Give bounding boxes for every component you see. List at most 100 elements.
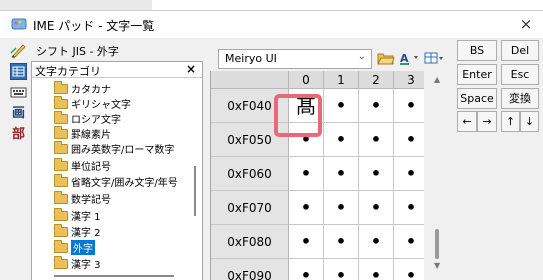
- tree-item-kanji-3[interactable]: 漢字 3: [54, 255, 101, 271]
- folder-icon: [54, 80, 68, 94]
- ime-pad-window: IME パッド - 文字一覧 × 画 部 シフト JIS - 外字 文字カテゴリ…: [0, 10, 543, 280]
- tree-item-katakana[interactable]: カタカナ: [54, 80, 111, 96]
- tree-item-label: 漢字 3: [71, 260, 101, 271]
- category-tree-title: 文字カテゴリ: [35, 65, 101, 78]
- view-mode-button[interactable]: [424, 51, 446, 67]
- tree-item-label: ギリシャ文字: [71, 100, 131, 111]
- row-code-label: 0xF070: [211, 191, 289, 225]
- tree-horizontal-scrollbar[interactable]: [54, 275, 174, 277]
- window-title: IME パッド - 文字一覧: [33, 19, 155, 33]
- selected-char-highlight: [274, 94, 322, 137]
- handwriting-icon[interactable]: [10, 42, 27, 59]
- grid-view-icon: [424, 52, 443, 64]
- folder-icon: [54, 207, 68, 221]
- tree-item-label: 漢字 2: [71, 228, 101, 239]
- tree-item-abbreviations[interactable]: 省略文字/囲み文字/年号: [54, 173, 178, 189]
- tree-item-box-drawing[interactable]: 罫線素片: [54, 125, 111, 141]
- tree-item-label: ロシア文字: [71, 115, 121, 126]
- char-cell[interactable]: •: [324, 157, 359, 191]
- tree-item-russian[interactable]: ロシア文字: [54, 110, 121, 126]
- grid-corner: [211, 71, 289, 89]
- char-cell[interactable]: •: [324, 225, 359, 259]
- folder-view-button[interactable]: [376, 51, 396, 67]
- folder-icon: [54, 140, 68, 154]
- font-style-button[interactable]: A: [397, 51, 423, 67]
- del-button[interactable]: Del: [501, 40, 539, 61]
- font-color-icon: A: [400, 52, 418, 65]
- background-tab: [0, 0, 152, 10]
- scroll-thumb[interactable]: [435, 229, 439, 259]
- folder-icon: [54, 125, 68, 139]
- tree-item-math[interactable]: 数学記号: [54, 190, 111, 206]
- open-folder-icon: [377, 53, 395, 65]
- tree-item-gaiji[interactable]: 外字: [54, 239, 95, 255]
- char-cell[interactable]: •: [289, 259, 324, 280]
- char-cell[interactable]: •: [324, 259, 359, 280]
- enter-button[interactable]: Enter: [457, 64, 497, 85]
- category-tree: 文字カテゴリ × カタカナ ギリシャ文字 ロシア文字 罫線素片 囲み英数字/ロー…: [31, 61, 203, 280]
- tree-item-label: 囲み英数字/ローマ数字: [71, 145, 175, 156]
- tree-item-kanji-2[interactable]: 漢字 2: [54, 223, 101, 239]
- soft-keyboard-icon[interactable]: [10, 84, 27, 101]
- radical-icon[interactable]: 部: [10, 126, 27, 143]
- scroll-down-icon[interactable]: ▼: [434, 261, 440, 270]
- column-header: 1: [324, 71, 359, 89]
- category-tree-header: 文字カテゴリ ×: [32, 62, 202, 78]
- arrow-left-button[interactable]: ←: [457, 111, 477, 132]
- tree-scrollbar[interactable]: [194, 166, 196, 216]
- tree-item-label: 外字: [71, 240, 95, 255]
- char-cell[interactable]: •: [324, 191, 359, 225]
- font-select[interactable]: Meiryo UI ⌄: [218, 49, 372, 69]
- column-header: 2: [359, 71, 394, 89]
- char-cell[interactable]: •: [359, 259, 394, 280]
- folder-icon: [54, 157, 68, 171]
- font-select-value: Meiryo UI: [225, 52, 277, 65]
- column-header: 0: [289, 71, 324, 89]
- tree-item-greek[interactable]: ギリシャ文字: [54, 95, 131, 111]
- folder-icon: [54, 110, 68, 124]
- char-cell[interactable]: •: [289, 225, 324, 259]
- char-cell[interactable]: •: [359, 191, 394, 225]
- tree-item-units[interactable]: 単位記号: [54, 157, 111, 173]
- convert-button[interactable]: 変換: [501, 88, 539, 109]
- char-list-icon[interactable]: [10, 63, 27, 80]
- folder-icon: [54, 173, 68, 187]
- mode-sidebar: 画 部: [0, 38, 30, 280]
- ime-pad-app-icon: [11, 18, 27, 30]
- char-cell[interactable]: •: [359, 225, 394, 259]
- char-cell[interactable]: •: [359, 157, 394, 191]
- grid-scrollbar[interactable]: ▲ ▼: [424, 71, 454, 280]
- tree-item-enclosed-alnum[interactable]: 囲み英数字/ローマ数字: [54, 140, 175, 156]
- folder-icon: [54, 95, 68, 109]
- tree-item-label: 数学記号: [71, 195, 111, 206]
- background-strip: [0, 0, 543, 10]
- esc-button[interactable]: Esc: [501, 64, 539, 85]
- tree-item-label: カタカナ: [71, 85, 111, 96]
- bs-button[interactable]: BS: [457, 40, 497, 61]
- close-button[interactable]: ×: [509, 11, 543, 38]
- arrow-up-button[interactable]: ↑: [501, 111, 520, 132]
- arrow-right-button[interactable]: →: [477, 111, 497, 132]
- char-cell[interactable]: •: [289, 157, 324, 191]
- tree-item-kanji-1[interactable]: 漢字 1: [54, 207, 101, 223]
- folder-icon: [54, 239, 68, 253]
- tree-item-label: 漢字 1: [71, 212, 101, 223]
- char-cell[interactable]: •: [324, 89, 359, 123]
- chevron-down-icon: ⌄: [357, 51, 366, 62]
- char-cell[interactable]: •: [359, 89, 394, 123]
- character-set-label: シフト JIS - 外字: [36, 45, 119, 58]
- folder-icon: [54, 190, 68, 204]
- character-grid: 0 1 2 3 0xF040 髙 • • • 0xF050 • • • • 0x…: [210, 71, 454, 280]
- char-cell[interactable]: •: [324, 123, 359, 157]
- scroll-up-icon[interactable]: ▲: [434, 75, 440, 84]
- space-button[interactable]: Space: [457, 88, 497, 109]
- tree-item-label: 単位記号: [71, 162, 111, 173]
- close-icon: ×: [519, 15, 533, 33]
- folder-icon: [54, 223, 68, 237]
- category-close-icon[interactable]: ×: [186, 62, 196, 76]
- folder-icon: [54, 255, 68, 269]
- char-cell[interactable]: •: [359, 123, 394, 157]
- char-cell[interactable]: •: [289, 191, 324, 225]
- stroke-count-icon[interactable]: 画: [10, 105, 27, 122]
- arrow-down-button[interactable]: ↓: [520, 111, 539, 132]
